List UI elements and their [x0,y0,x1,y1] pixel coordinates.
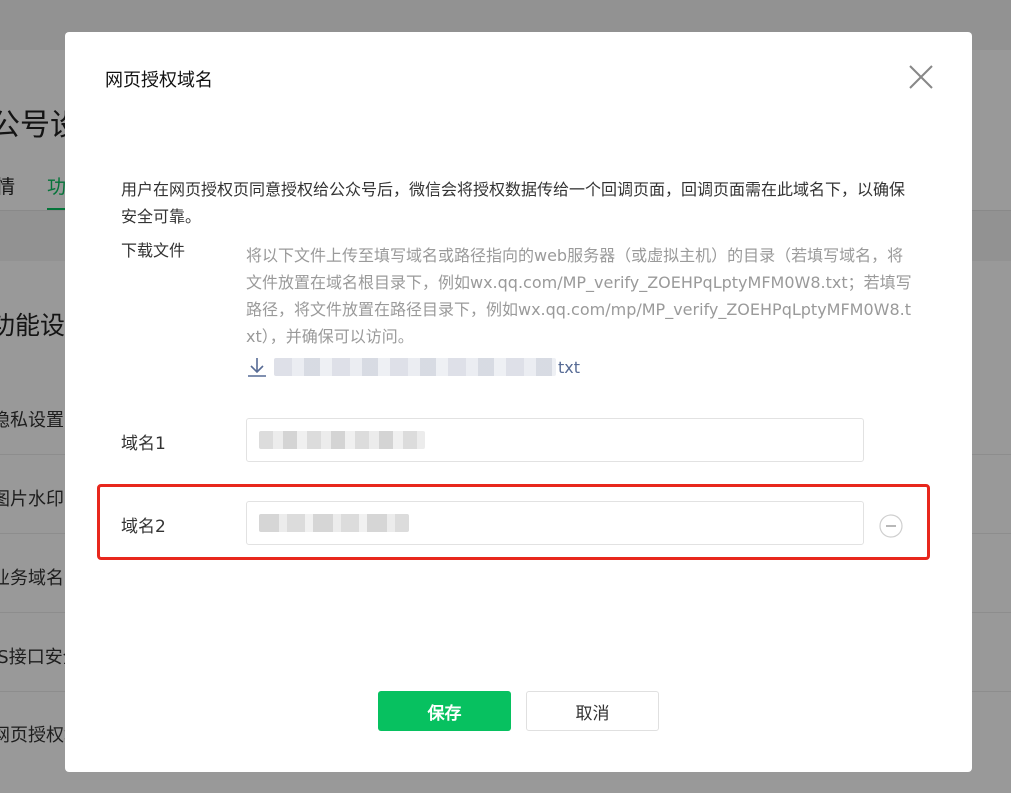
download-instructions: 将以下文件上传至填写域名或路径指向的web服务器（或虚拟主机）的目录（若填写域名… [246,246,912,346]
save-button[interactable]: 保存 [378,691,511,731]
minus-circle-icon[interactable] [879,514,903,538]
dialog-title: 网页授权域名 [105,70,213,91]
domain2-value-redacted [259,514,409,532]
download-icon[interactable] [246,356,268,378]
download-file-ext: txt [558,357,581,377]
domain2-input[interactable] [246,501,864,545]
oauth-domain-dialog: 网页授权域名 用户在网页授权页同意授权给公众号后，微信会将授权数据传给一个回调页… [65,32,972,772]
close-icon[interactable] [907,63,935,91]
cancel-button[interactable]: 取消 [526,691,659,731]
domain1-label: 域名1 [121,434,166,454]
domain1-value-redacted [259,431,425,449]
download-file-label: 下载文件 [121,241,186,260]
download-filename-redacted [274,358,556,376]
dialog-description: 用户在网页授权页同意授权给公众号后，微信会将授权数据传给一个回调页面，回调页面需… [121,180,906,226]
domain2-label: 域名2 [121,517,166,537]
domain1-input[interactable] [246,418,864,462]
download-file-link[interactable]: txt [246,354,580,380]
